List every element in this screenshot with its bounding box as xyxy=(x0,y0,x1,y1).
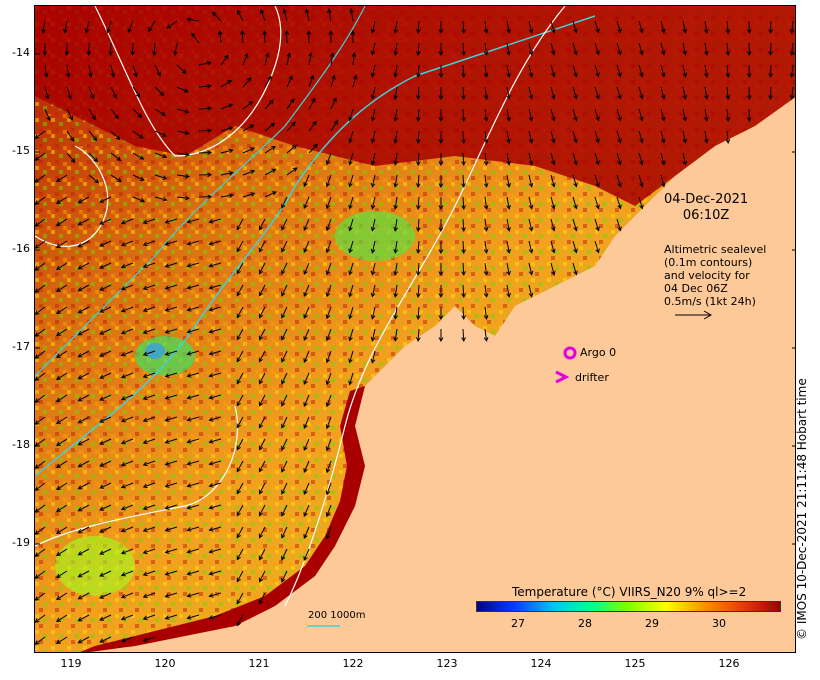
cool-patch xyxy=(55,536,135,596)
legend-line: and velocity for xyxy=(664,269,750,282)
colorbar-tick: 28 xyxy=(578,617,592,630)
cool-patch xyxy=(335,211,415,261)
date-time-annotation: 04-Dec-2021 06:10Z xyxy=(664,192,748,224)
lon-label: 124 xyxy=(530,657,552,670)
lon-label: 122 xyxy=(342,657,364,670)
legend-line: Altimetric sealevel xyxy=(664,243,767,256)
colorbar-title: Temperature (°C) VIIRS_N20 9% ql>=2 xyxy=(512,585,747,599)
legend-line: (0.1m contours) xyxy=(664,256,753,269)
velocity-legend: Altimetric sealevel (0.1m contours) and … xyxy=(664,243,766,308)
lat-label: -17 xyxy=(12,340,30,353)
colorbar-tick: 30 xyxy=(712,617,726,630)
lon-label: 119 xyxy=(60,657,82,670)
lon-label: 126 xyxy=(718,657,740,670)
date-text: 04-Dec-2021 xyxy=(664,192,749,207)
credit-text: © IMOS 10-Dec-2021 21:11:48 Hobart time xyxy=(795,378,809,640)
map-frame xyxy=(34,5,796,653)
velocity-arrow xyxy=(263,30,266,44)
sst-map xyxy=(35,6,795,652)
velocity-arrow xyxy=(131,42,134,56)
legend-line: 0.5m/s (1kt 24h) xyxy=(664,295,756,308)
lon-label: 121 xyxy=(248,657,270,670)
cool-patch xyxy=(135,336,195,376)
lat-label: -16 xyxy=(12,242,30,255)
time-text: 06:10Z xyxy=(682,208,730,223)
drifter-label: drifter xyxy=(575,371,609,384)
lon-label: 123 xyxy=(436,657,458,670)
scale-bar-label: 200 1000m xyxy=(308,610,366,621)
argo-label: Argo 0 xyxy=(580,346,617,359)
lat-label: -14 xyxy=(12,46,30,59)
legend-line: 04 Dec 06Z xyxy=(664,282,728,295)
lon-label: 125 xyxy=(624,657,646,670)
colorbar xyxy=(476,601,781,612)
colorbar-tick: 29 xyxy=(645,617,659,630)
lon-label: 120 xyxy=(154,657,176,670)
lat-label: -15 xyxy=(12,144,30,157)
colorbar-tick: 27 xyxy=(511,617,525,630)
lat-label: -18 xyxy=(12,438,30,451)
velocity-arrow xyxy=(198,129,212,132)
lat-label: -19 xyxy=(12,536,30,549)
